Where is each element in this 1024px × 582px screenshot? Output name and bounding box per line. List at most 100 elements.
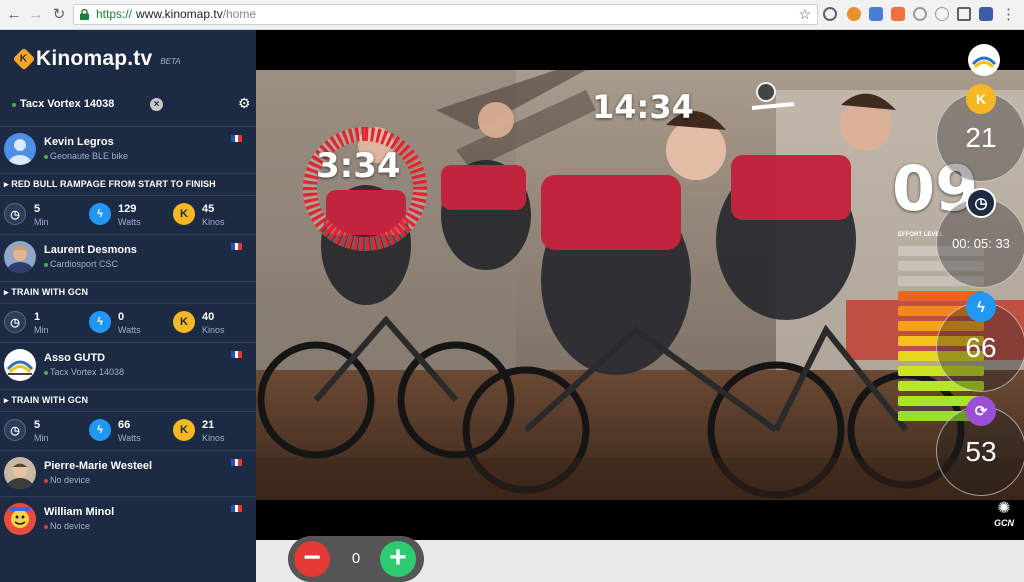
- interval-timer: 3:34: [316, 146, 401, 186]
- clock-icon: ◷: [4, 203, 26, 225]
- session-title[interactable]: ▸ RED BULL RAMPAGE FROM START TO FINISH: [0, 173, 256, 195]
- browser-menu-icon[interactable]: ⋮: [1001, 5, 1016, 25]
- cast-icon[interactable]: [957, 7, 971, 21]
- kinos-icon: K: [173, 311, 195, 333]
- user-row[interactable]: Pierre-Marie Westeel No device: [0, 450, 256, 496]
- avatar: [4, 503, 36, 535]
- video-player[interactable]: 3:34 14:34 09 EFFORT LEVEL ✺ GCN K 21 ◷ …: [256, 30, 1024, 540]
- resistance-icon: [751, 82, 795, 110]
- url-path: /home: [222, 7, 257, 21]
- minutes-value: 5: [34, 203, 41, 215]
- total-timer: 14:34: [592, 88, 694, 126]
- device-name: Tacx Vortex 14038: [20, 98, 115, 110]
- disconnect-device-button[interactable]: ×: [150, 98, 163, 111]
- kinos-icon: K: [173, 203, 195, 225]
- address-bar[interactable]: https:// www.kinomap.tv/home ☆: [73, 4, 818, 25]
- watts-unit: Watts: [118, 217, 141, 227]
- gcn-wheel-icon: ✺: [997, 500, 1011, 517]
- forward-arrow-icon[interactable]: →: [26, 5, 46, 25]
- cookie-extension-icon[interactable]: [847, 7, 861, 21]
- user-row[interactable]: Asso GUTD Tacx Vortex 14038: [0, 342, 256, 388]
- bookmark-star-icon[interactable]: ☆: [798, 6, 811, 23]
- url-scheme: https://: [96, 7, 133, 21]
- kinos-unit: Kinos: [202, 325, 225, 335]
- session-title[interactable]: ▸ TRAIN WITH GCN: [0, 389, 256, 411]
- connected-device: Tacx Vortex 14038 × ⚙: [0, 90, 256, 120]
- kinos-unit: Kinos: [202, 217, 225, 227]
- avatar: [4, 241, 36, 273]
- clock-icon: ◷: [966, 188, 996, 218]
- minutes-unit: Min: [34, 217, 49, 227]
- decrease-button[interactable]: −: [294, 541, 330, 577]
- increase-button[interactable]: +: [380, 541, 416, 577]
- minutes-value: 1: [34, 311, 41, 323]
- interval-progress-ring: [303, 126, 428, 251]
- counter-value: 0: [351, 550, 361, 567]
- device-status-dot: [44, 370, 48, 375]
- browser-toolbar: ← → ↻ https:// www.kinomap.tv/home ☆ ⋮: [0, 0, 1024, 30]
- kinos-icon: K: [966, 84, 996, 114]
- avatar: [4, 133, 36, 165]
- brand-name: Kinomap.tv: [36, 47, 153, 70]
- kinos-icon: K: [173, 419, 195, 441]
- user-device: Geonaute BLE bike: [44, 151, 128, 161]
- minutes-unit: Min: [34, 433, 49, 443]
- user-device: Tacx Vortex 14038: [44, 367, 124, 377]
- kinomap-logo-icon: K: [12, 47, 36, 71]
- session-stats: ◷ 5 Min ϟ 66 Watts K 21 Kinos: [0, 411, 256, 449]
- session-title[interactable]: ▸ TRAIN WITH GCN: [0, 281, 256, 303]
- gcn-logo: ✺ GCN: [994, 500, 1014, 528]
- kinomap-logo[interactable]: K Kinomap.tv BETA: [12, 46, 181, 72]
- chart-extension-icon[interactable]: [891, 7, 905, 21]
- lightning-icon: ϟ: [89, 419, 111, 441]
- beta-label: BETA: [160, 56, 181, 66]
- user-row[interactable]: Laurent Desmons Cardiosport CSC: [0, 234, 256, 280]
- lightning-icon: ϟ: [89, 203, 111, 225]
- user-name: William Minol: [44, 506, 115, 518]
- lock-icon: [80, 9, 89, 20]
- device-status-dot: [44, 478, 48, 483]
- french-flag-icon: [231, 351, 243, 358]
- user-name: Asso GUTD: [44, 352, 106, 364]
- user-device: Cardiosport CSC: [44, 259, 118, 269]
- avatar: [4, 349, 36, 381]
- french-flag-icon: [231, 243, 243, 250]
- info-extension-icon[interactable]: [935, 7, 949, 21]
- avatar: [4, 457, 36, 489]
- device-status-dot: [44, 524, 48, 529]
- watts-value: 66: [118, 419, 131, 431]
- watts-unit: Watts: [118, 433, 141, 443]
- control-bar: − 0 +: [256, 536, 1024, 582]
- circle-extension-icon[interactable]: [913, 7, 927, 21]
- device-status-dot: [44, 154, 48, 159]
- user-name: Pierre-Marie Westeel: [44, 460, 153, 472]
- user-name: Laurent Desmons: [44, 244, 137, 256]
- resistance-counter: − 0 +: [288, 536, 424, 582]
- watts-unit: Watts: [118, 325, 141, 335]
- shield-extension-icon[interactable]: [979, 7, 993, 21]
- user-name: Kevin Legros: [44, 136, 114, 148]
- user-device: No device: [44, 521, 90, 531]
- clock-icon: ◷: [4, 419, 26, 441]
- lightning-icon: ϟ: [89, 311, 111, 333]
- french-flag-icon: [231, 135, 243, 142]
- clock-icon: ◷: [4, 311, 26, 333]
- sync-extension-icon[interactable]: [823, 7, 837, 21]
- minutes-value: 5: [34, 419, 41, 431]
- club-logo-badge[interactable]: [968, 44, 1000, 76]
- device-status-dot: [12, 103, 16, 107]
- back-arrow-icon[interactable]: ←: [4, 5, 24, 25]
- url-host: www.kinomap.tv/home: [136, 7, 257, 21]
- session-stats: ◷ 5 Min ϟ 129 Watts K 45 Kinos: [0, 195, 256, 233]
- user-row[interactable]: William Minol No device: [0, 496, 256, 542]
- translate-extension-icon[interactable]: [869, 7, 883, 21]
- kinos-value: 40: [202, 311, 215, 323]
- reload-icon[interactable]: ↻: [49, 5, 69, 25]
- user-row[interactable]: Kevin Legros Geonaute BLE bike: [0, 126, 256, 172]
- elapsed-time: 00: 05: 33: [952, 236, 1010, 251]
- watts-value: 129: [118, 203, 137, 215]
- gear-icon[interactable]: ⚙: [238, 95, 251, 112]
- kinos-value: 21: [202, 419, 215, 431]
- lightning-icon: ϟ: [966, 292, 996, 322]
- kinos-value: 21: [965, 122, 997, 153]
